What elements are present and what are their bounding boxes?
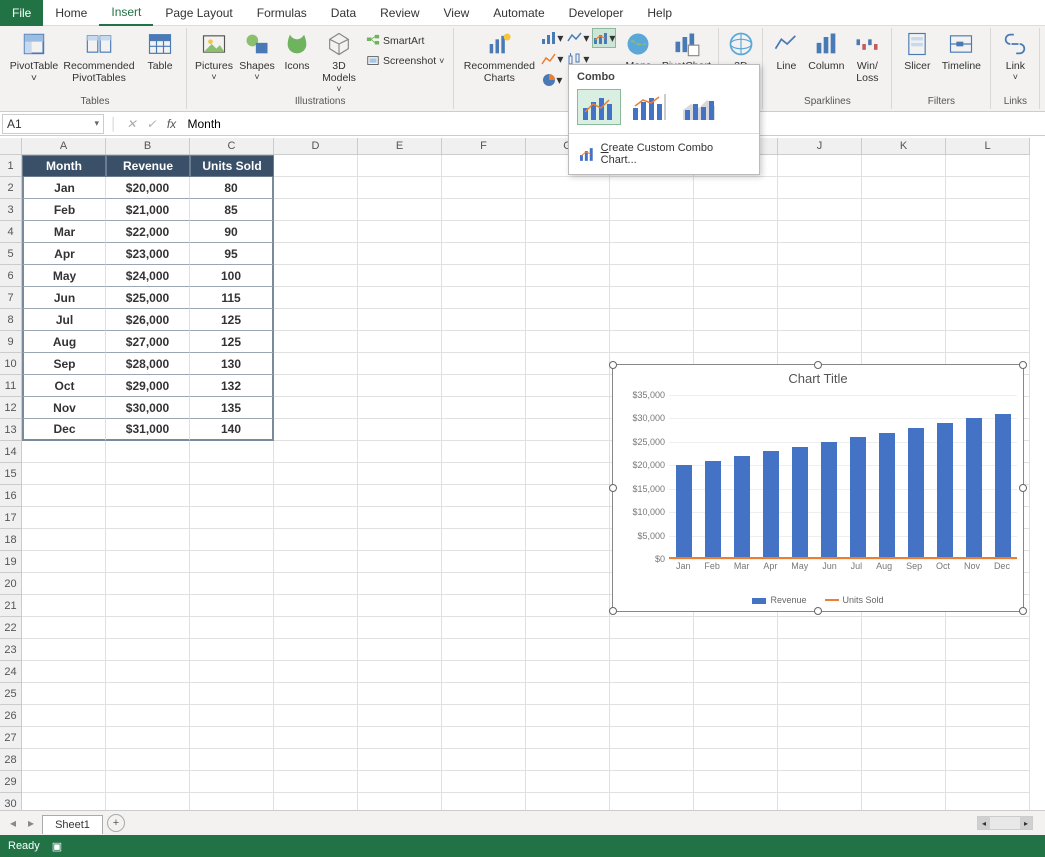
tab-view[interactable]: View: [432, 0, 482, 26]
status-text: Ready: [8, 840, 40, 852]
select-all-corner[interactable]: [0, 138, 22, 155]
chart-pie-icon[interactable]: ▾: [540, 70, 564, 90]
group-label-filters: Filters: [928, 96, 955, 107]
plot-area[interactable]: [669, 395, 1017, 559]
3d-models-button[interactable]: 3D Models˅: [317, 28, 361, 94]
add-sheet-button[interactable]: +: [107, 814, 125, 832]
sheet-nav-next[interactable]: ▸: [24, 816, 38, 830]
accept-formula-icon[interactable]: ✓: [142, 117, 162, 131]
group-label-tables: Tables: [81, 96, 110, 107]
tab-help[interactable]: Help: [635, 0, 684, 26]
tab-automate[interactable]: Automate: [481, 0, 556, 26]
x-axis-labels: JanFebMarAprMayJunJulAugSepOctNovDec: [669, 561, 1017, 571]
combo-option-secondary[interactable]: [627, 89, 671, 125]
resize-handle[interactable]: [1019, 361, 1027, 369]
fx-icon[interactable]: fx: [162, 117, 182, 131]
chart-hier-icon[interactable]: ▾: [540, 49, 564, 69]
tab-review[interactable]: Review: [368, 0, 431, 26]
formula-bar: A1 │ ✕ ✓ fx: [0, 112, 1045, 136]
group-tables: PivotTable˅ Recommended PivotTables Tabl…: [4, 28, 187, 109]
cancel-formula-icon[interactable]: ✕: [122, 117, 142, 131]
dropdown-title: Combo: [569, 65, 759, 85]
group-label-links: Links: [1004, 96, 1027, 107]
tab-developer[interactable]: Developer: [557, 0, 636, 26]
sparkline-column-button[interactable]: Column: [805, 28, 847, 72]
chart-combo-icon[interactable]: ▾: [592, 28, 616, 48]
macro-record-icon[interactable]: ▣: [52, 840, 62, 853]
tab-formulas[interactable]: Formulas: [245, 0, 319, 26]
resize-handle[interactable]: [609, 607, 617, 615]
pictures-button[interactable]: Pictures˅: [193, 28, 235, 82]
resize-handle[interactable]: [1019, 607, 1027, 615]
chart-line-icon[interactable]: ▾: [566, 28, 590, 48]
shapes-button[interactable]: Shapes˅: [237, 28, 277, 82]
row-headers[interactable]: 1234567891011121314151617181920212223242…: [0, 155, 22, 810]
slicer-button[interactable]: Slicer: [898, 28, 936, 72]
screenshot-button[interactable]: Screenshot ˅: [363, 52, 447, 70]
status-bar: Ready ▣: [0, 835, 1045, 857]
resize-handle[interactable]: [814, 607, 822, 615]
horizontal-scrollbar[interactable]: ◂▸: [977, 816, 1033, 830]
combo-chart-dropdown: Combo Create Custom Combo Chart...: [568, 64, 760, 175]
group-label-illustrations: Illustrations: [295, 96, 346, 107]
group-sparklines: Line Column Win/ Loss Sparklines: [763, 28, 892, 109]
icons-button[interactable]: Icons: [279, 28, 315, 72]
name-box[interactable]: A1: [2, 114, 104, 134]
tab-page-layout[interactable]: Page Layout: [153, 0, 244, 26]
resize-handle[interactable]: [814, 361, 822, 369]
column-headers[interactable]: ABCDEFGHIJKL: [22, 138, 1030, 155]
recommended-charts-button[interactable]: Recommended Charts: [460, 28, 538, 84]
ribbon: PivotTable˅ Recommended PivotTables Tabl…: [0, 26, 1045, 112]
tab-home[interactable]: Home: [43, 0, 99, 26]
resize-handle[interactable]: [1019, 484, 1027, 492]
recommended-pivottables-button[interactable]: Recommended PivotTables: [60, 28, 138, 84]
smartart-button[interactable]: SmartArt: [363, 32, 447, 50]
sheet-nav-prev[interactable]: ◂: [6, 816, 20, 830]
group-links: Link˅ Links: [991, 28, 1040, 109]
combo-option-clustered[interactable]: [577, 89, 621, 125]
link-button[interactable]: Link˅: [997, 28, 1033, 82]
tab-insert[interactable]: Insert: [99, 0, 153, 26]
group-illustrations: Pictures˅ Shapes˅ Icons 3D Models˅ Smart…: [187, 28, 454, 109]
group-comments: Comment Comments: [1040, 28, 1045, 109]
sparkline-line-button[interactable]: Line: [769, 28, 803, 72]
combo-option-stacked[interactable]: [677, 89, 721, 125]
tab-data[interactable]: Data: [319, 0, 368, 26]
ribbon-tabs: FileHomeInsertPage LayoutFormulasDataRev…: [0, 0, 1045, 26]
sheet-tab-strip: ◂ ▸ Sheet1 + ⋮ ◂▸: [0, 810, 1045, 835]
table-button[interactable]: Table: [140, 28, 180, 72]
pivottable-button[interactable]: PivotTable˅: [10, 28, 58, 84]
timeline-button[interactable]: Timeline: [938, 28, 984, 72]
resize-handle[interactable]: [609, 361, 617, 369]
sparkline-winloss-button[interactable]: Win/ Loss: [849, 28, 885, 84]
embedded-chart[interactable]: Chart Title JanFebMarAprMayJunJulAugSepO…: [612, 364, 1024, 612]
resize-handle[interactable]: [609, 484, 617, 492]
chart-bar-icon[interactable]: ▾: [540, 28, 564, 48]
group-label-sparklines: Sparklines: [804, 96, 851, 107]
create-custom-combo-button[interactable]: Create Custom Combo Chart...: [569, 134, 759, 174]
tab-file[interactable]: File: [0, 0, 43, 26]
sheet-tab[interactable]: Sheet1: [42, 815, 103, 834]
group-filters: Slicer Timeline Filters: [892, 28, 991, 109]
chart-legend[interactable]: Revenue Units Sold: [613, 595, 1023, 605]
